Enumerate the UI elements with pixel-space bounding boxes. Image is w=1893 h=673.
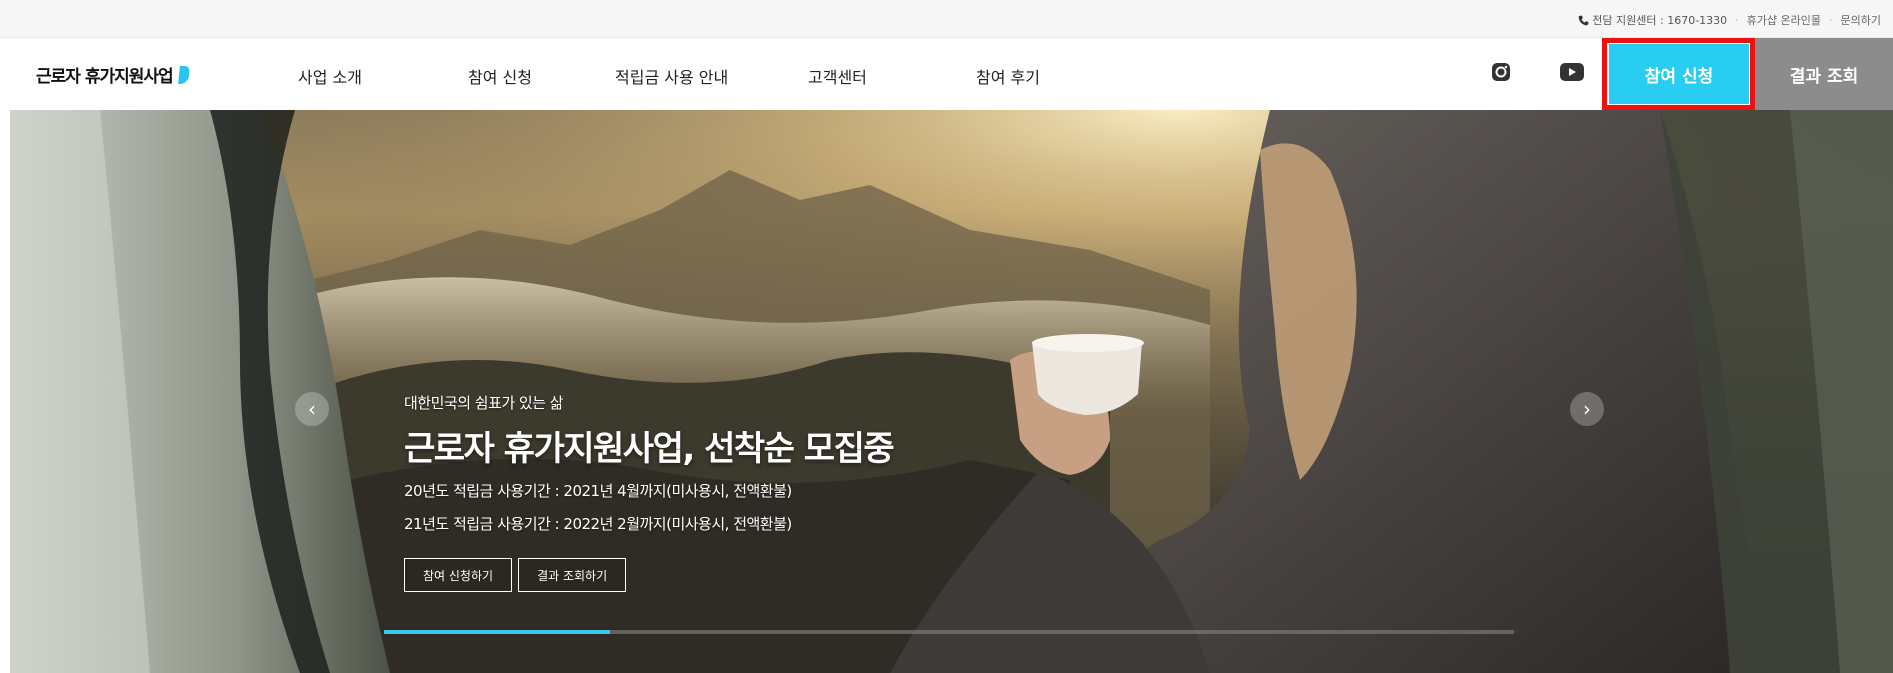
hero-slider: 대한민국의 쉼표가 있는 삶 근로자 휴가지원사업, 선착순 모집중 20년도 … <box>10 110 1893 673</box>
logo-mark-icon <box>177 65 190 84</box>
separator: · <box>1735 13 1739 27</box>
prev-slide-icon[interactable]: ‹ <box>295 392 329 426</box>
result-button[interactable]: 결과 조회 <box>1755 38 1893 110</box>
hero-result-button[interactable]: 결과 조회하기 <box>518 558 627 592</box>
slide-progress-fill <box>384 630 610 634</box>
next-slide-icon[interactable]: › <box>1570 392 1604 426</box>
hero-usage-period-2020: 20년도 적립금 사용기간 : 2021년 4월까지(미사용시, 전액환불) <box>404 482 792 500</box>
hero-buttons: 참여 신청하기 결과 조회하기 <box>404 558 893 592</box>
utility-bar: 전담 지원센터 : 1670-1330 · 휴가샵 온라인몰 · 문의하기 <box>0 0 1893 38</box>
nav-apply[interactable]: 참여 신청 <box>468 64 532 88</box>
youtube-icon[interactable] <box>1560 60 1584 84</box>
hero-usage-period-2021: 21년도 적립금 사용기간 : 2022년 2월까지(미사용시, 전액환불) <box>404 515 792 533</box>
hero-title: 근로자 휴가지원사업, 선착순 모집중 <box>404 429 895 469</box>
hero-background-image <box>10 110 1893 673</box>
header: 근로자 휴가지원사업 사업 소개 참여 신청 적립금 사용 안내 고객센터 참여… <box>0 38 1893 110</box>
inquiry-link[interactable]: 문의하기 <box>1841 12 1881 28</box>
nav-points-guide[interactable]: 적립금 사용 안내 <box>615 64 728 88</box>
support-center-phone: 전담 지원센터 : 1670-1330 <box>1592 14 1728 27</box>
logo-text: 근로자 휴가지원사업 <box>36 67 174 87</box>
phone-icon <box>1578 15 1589 25</box>
separator: · <box>1829 13 1833 27</box>
online-mall-link[interactable]: 휴가샵 온라인몰 <box>1747 12 1821 28</box>
nav-reviews[interactable]: 참여 후기 <box>976 64 1040 88</box>
apply-button[interactable]: 참여 신청 <box>1609 44 1749 104</box>
utility-links: 전담 지원센터 : 1670-1330 · 휴가샵 온라인몰 · 문의하기 <box>1578 12 1881 28</box>
instagram-icon[interactable] <box>1489 60 1513 84</box>
site-logo[interactable]: 근로자 휴가지원사업 <box>36 62 190 87</box>
nav-customer-center[interactable]: 고객센터 <box>808 64 867 88</box>
nav-about[interactable]: 사업 소개 <box>298 64 362 88</box>
hero-apply-button[interactable]: 참여 신청하기 <box>404 558 513 592</box>
slide-progress-bar <box>384 630 1514 634</box>
hero-copy: 대한민국의 쉼표가 있는 삶 근로자 휴가지원사업, 선착순 모집중 20년도 … <box>404 392 895 592</box>
hero-subtitle: 대한민국의 쉼표가 있는 삶 <box>404 394 564 412</box>
